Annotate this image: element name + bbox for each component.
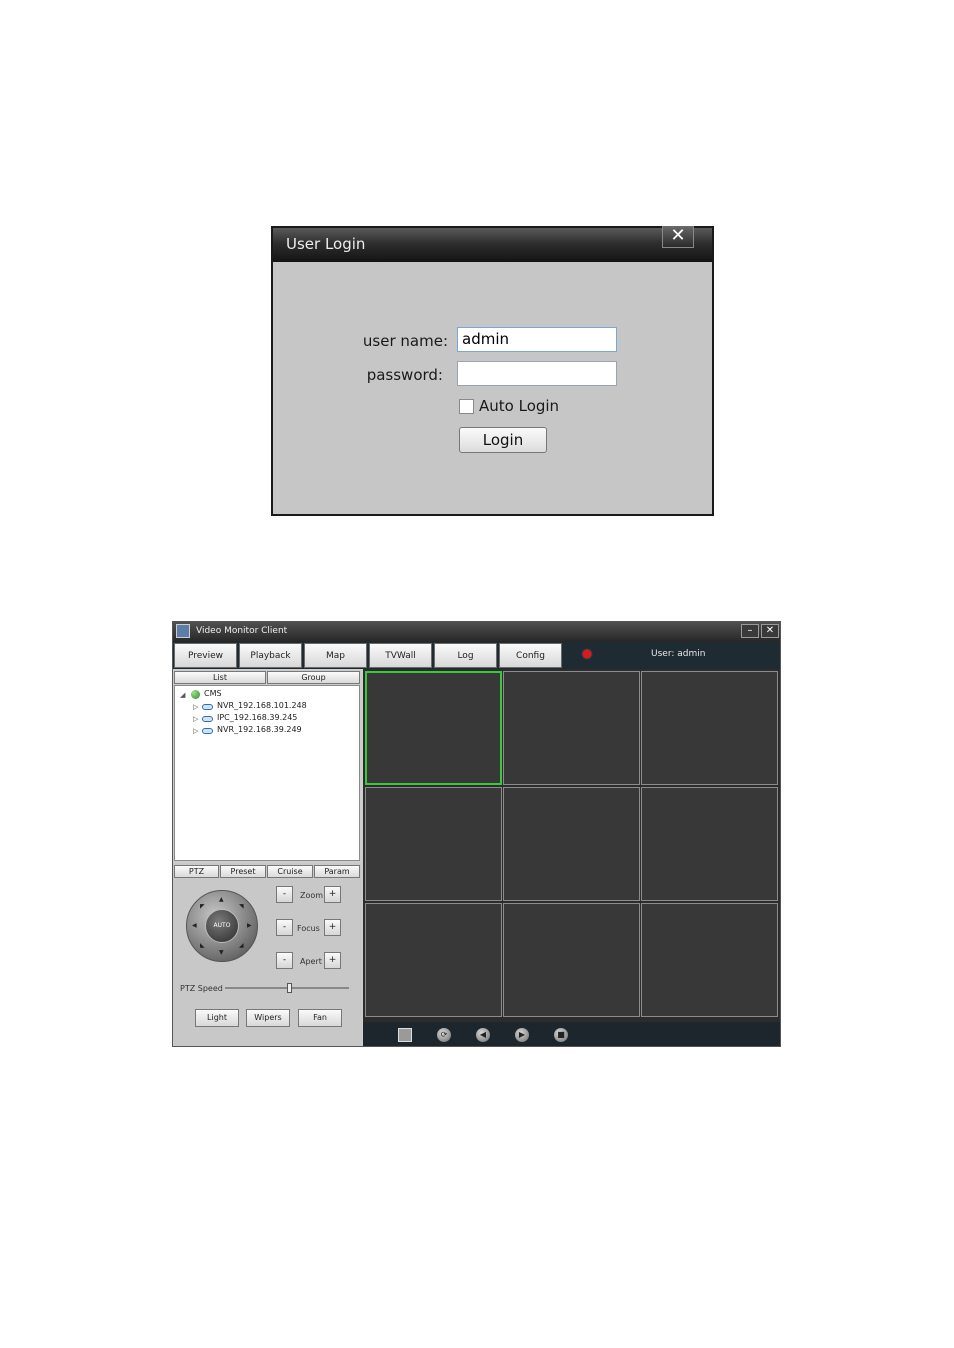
alarm-icon[interactable] bbox=[583, 650, 591, 658]
video-toolbar: ⟳ ◀ ▶ ■ bbox=[363, 1022, 780, 1046]
login-titlebar: User Login ✕ bbox=[273, 226, 712, 262]
slider-thumb[interactable] bbox=[287, 983, 292, 993]
tab-param[interactable]: Param bbox=[314, 865, 360, 878]
stop-icon[interactable]: ■ bbox=[554, 1028, 568, 1042]
screen-switch-icon[interactable]: ⟳ bbox=[437, 1028, 451, 1042]
auto-login-checkbox[interactable] bbox=[459, 399, 474, 414]
ptz-panel: PTZ Preset Cruise Param ▲ ▼ ◀ ▶ ◤ ◥ ◣ ◢ … bbox=[173, 863, 362, 1046]
globe-icon bbox=[191, 690, 200, 699]
client-title: Video Monitor Client bbox=[196, 626, 288, 636]
zoom-label: Zoom bbox=[300, 891, 324, 900]
auto-login-label: Auto Login bbox=[479, 397, 560, 415]
minimize-icon[interactable]: – bbox=[741, 624, 759, 638]
username-label: user name: bbox=[362, 332, 448, 350]
down-arrow-icon[interactable]: ▼ bbox=[219, 949, 224, 956]
light-button[interactable]: Light bbox=[195, 1009, 239, 1027]
focus-minus-button[interactable]: - bbox=[276, 919, 293, 936]
collapse-arrow-icon[interactable]: ▷ bbox=[193, 715, 198, 723]
up-arrow-icon[interactable]: ▲ bbox=[219, 896, 224, 903]
video-cell[interactable] bbox=[503, 671, 640, 785]
device-tree: ◢ CMS ▷ NVR_192.168.101.248 ▷ IPC_192.16… bbox=[174, 685, 360, 861]
current-user: User: admin bbox=[651, 649, 706, 659]
down-left-arrow-icon[interactable]: ◣ bbox=[200, 942, 205, 949]
password-input[interactable] bbox=[457, 361, 617, 386]
tab-ptz[interactable]: PTZ bbox=[174, 865, 219, 878]
tree-device[interactable]: IPC_192.168.39.245 bbox=[217, 713, 297, 722]
ptz-joystick[interactable]: ▲ ▼ ◀ ▶ ◤ ◥ ◣ ◢ AUTO bbox=[186, 890, 258, 962]
tab-config[interactable]: Config bbox=[499, 643, 562, 668]
collapse-arrow-icon[interactable]: ▷ bbox=[193, 703, 198, 711]
password-label: password: bbox=[366, 366, 443, 384]
tab-log[interactable]: Log bbox=[434, 643, 497, 668]
video-cell[interactable] bbox=[365, 787, 502, 901]
video-cell[interactable] bbox=[503, 787, 640, 901]
tree-device[interactable]: NVR_192.168.101.248 bbox=[217, 701, 307, 710]
layout-grid-icon[interactable] bbox=[398, 1028, 412, 1042]
video-grid bbox=[365, 671, 779, 1019]
login-button[interactable]: Login bbox=[459, 427, 547, 453]
tab-cruise[interactable]: Cruise bbox=[267, 865, 313, 878]
previous-icon[interactable]: ◀ bbox=[476, 1028, 490, 1042]
aperture-label: Apert bbox=[300, 957, 322, 966]
tab-playback[interactable]: Playback bbox=[239, 643, 302, 668]
app-icon bbox=[176, 624, 190, 638]
ptz-speed-slider[interactable] bbox=[225, 983, 349, 993]
tab-list[interactable]: List bbox=[174, 671, 266, 684]
ptz-speed-label: PTZ Speed bbox=[180, 984, 223, 993]
tree-device[interactable]: NVR_192.168.39.249 bbox=[217, 725, 302, 734]
nvr-device-icon bbox=[202, 704, 213, 710]
nvr-device-icon bbox=[202, 728, 213, 734]
tab-preview[interactable]: Preview bbox=[174, 643, 237, 668]
client-window: Video Monitor Client – ✕ Preview Playbac… bbox=[172, 621, 781, 1047]
video-cell[interactable] bbox=[365, 903, 502, 1017]
next-icon[interactable]: ▶ bbox=[515, 1028, 529, 1042]
fan-button[interactable]: Fan bbox=[298, 1009, 342, 1027]
collapse-arrow-icon[interactable]: ▷ bbox=[193, 727, 198, 735]
tab-tvwall[interactable]: TVWall bbox=[369, 643, 432, 668]
auto-button[interactable]: AUTO bbox=[205, 909, 239, 943]
ipc-device-icon bbox=[202, 716, 213, 722]
tree-root[interactable]: CMS bbox=[204, 689, 222, 698]
client-titlebar: Video Monitor Client – ✕ bbox=[173, 622, 780, 642]
login-title: User Login bbox=[286, 235, 366, 253]
wipers-button[interactable]: Wipers bbox=[246, 1009, 290, 1027]
tab-map[interactable]: Map bbox=[304, 643, 367, 668]
left-arrow-icon[interactable]: ◀ bbox=[192, 922, 197, 929]
video-cell[interactable] bbox=[641, 671, 778, 785]
video-cell[interactable] bbox=[503, 903, 640, 1017]
tab-preset[interactable]: Preset bbox=[220, 865, 266, 878]
login-dialog: User Login ✕ user name: admin password: … bbox=[271, 226, 714, 516]
close-icon[interactable]: ✕ bbox=[761, 624, 779, 638]
zoom-in-button[interactable]: + bbox=[324, 886, 341, 903]
down-right-arrow-icon[interactable]: ◢ bbox=[239, 942, 244, 949]
focus-label: Focus bbox=[297, 924, 320, 933]
zoom-out-button[interactable]: - bbox=[276, 886, 293, 903]
username-input[interactable]: admin bbox=[457, 327, 617, 352]
tab-group[interactable]: Group bbox=[267, 671, 360, 684]
left-panel: List Group ◢ CMS ▷ NVR_192.168.101.248 ▷… bbox=[173, 669, 362, 1046]
right-arrow-icon[interactable]: ▶ bbox=[247, 922, 252, 929]
aperture-plus-button[interactable]: + bbox=[324, 952, 341, 969]
focus-plus-button[interactable]: + bbox=[324, 919, 341, 936]
close-icon[interactable]: ✕ bbox=[662, 226, 694, 248]
video-cell[interactable] bbox=[641, 903, 778, 1017]
video-cell[interactable] bbox=[365, 671, 502, 785]
up-left-arrow-icon[interactable]: ◤ bbox=[200, 903, 205, 910]
main-nav: Preview Playback Map TVWall Log Config U… bbox=[173, 642, 780, 669]
up-right-arrow-icon[interactable]: ◥ bbox=[239, 903, 244, 910]
aperture-minus-button[interactable]: - bbox=[276, 952, 293, 969]
video-cell[interactable] bbox=[641, 787, 778, 901]
expand-arrow-icon[interactable]: ◢ bbox=[180, 691, 185, 699]
video-area: ⟳ ◀ ▶ ■ bbox=[363, 669, 780, 1046]
